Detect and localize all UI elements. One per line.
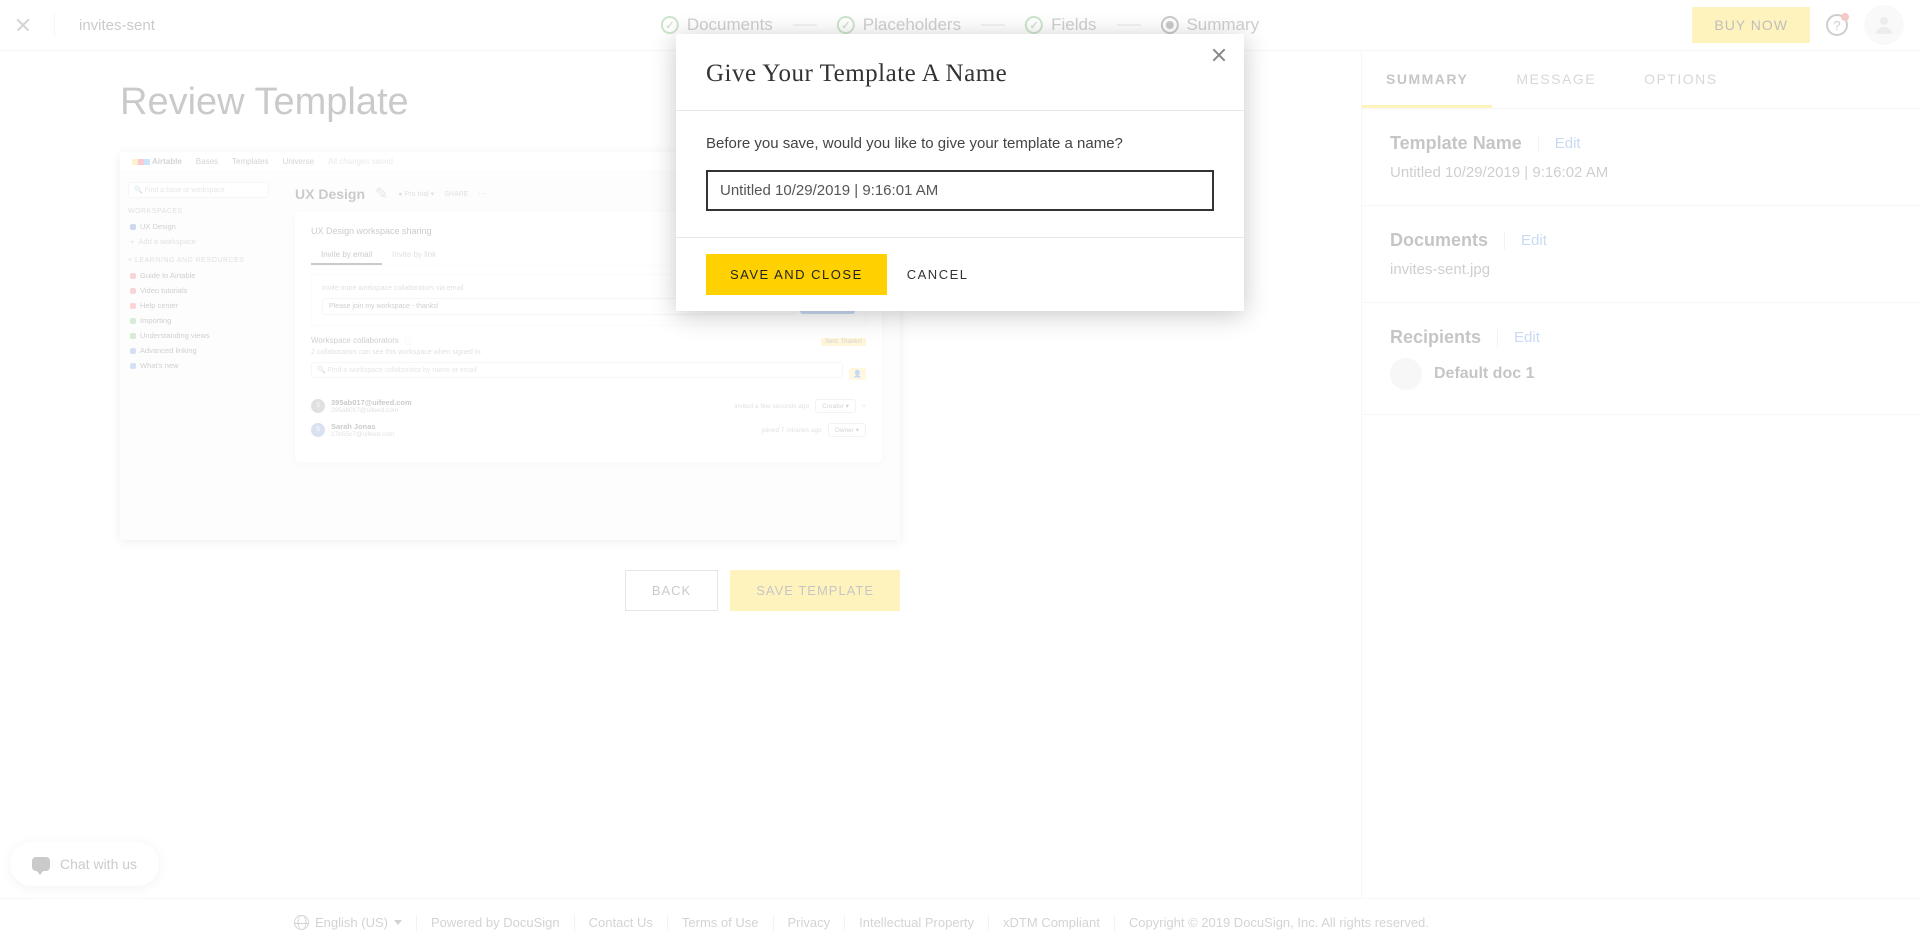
close-icon[interactable]	[1212, 48, 1226, 62]
modal-title: Give Your Template A Name	[706, 60, 1214, 88]
save-and-close-button[interactable]: SAVE AND CLOSE	[706, 254, 887, 295]
modal-footer: SAVE AND CLOSE CANCEL	[676, 237, 1244, 311]
template-name-input[interactable]	[706, 170, 1214, 211]
modal-header: Give Your Template A Name	[676, 34, 1244, 111]
cancel-button[interactable]: CANCEL	[907, 267, 969, 282]
modal-body: Before you save, would you like to give …	[676, 111, 1244, 237]
modal-prompt: Before you save, would you like to give …	[706, 135, 1214, 152]
name-template-modal: Give Your Template A Name Before you sav…	[676, 34, 1244, 311]
